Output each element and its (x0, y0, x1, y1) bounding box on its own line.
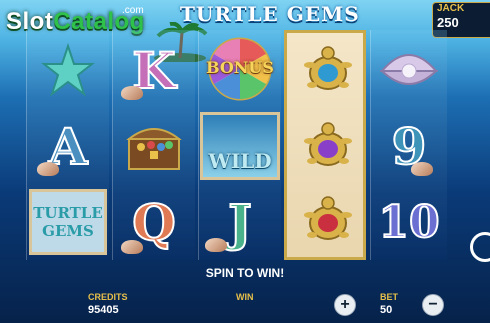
reel-1: A TURTLE GEMS (26, 30, 109, 260)
number-10: 10 (377, 196, 440, 249)
reel-4 (284, 30, 366, 260)
symbol-turtle-purple (287, 109, 369, 185)
reel-5: 9 10 (370, 30, 447, 260)
symbol-a: A (27, 108, 109, 184)
reel-3: BONUS WILD J (198, 30, 281, 260)
symbol-10: 10 (371, 184, 447, 260)
turtle-purple-gem-icon (304, 122, 352, 166)
status-message: SPIN TO WIN! (205, 266, 285, 280)
shell-icon (37, 162, 59, 176)
bet-value: 50 (380, 304, 393, 316)
shell-icon (205, 238, 227, 252)
win-label: WIN (236, 292, 254, 302)
symbol-k: K (113, 32, 195, 108)
turtle-blue-gem-icon (304, 46, 352, 90)
jackpot-label: JACK (437, 3, 465, 14)
symbol-bonus: BONUS (199, 32, 281, 108)
pearl-shell-icon (379, 54, 439, 85)
symbol-turtle-gems-logo: TURTLE GEMS (27, 184, 109, 260)
symbol-treasure-chest (113, 108, 195, 184)
spin-button[interactable] (470, 232, 490, 262)
bet-label: BET (380, 292, 398, 302)
turtle-red-gem-icon (304, 196, 352, 240)
starfish-icon (41, 42, 95, 97)
reel-2: K Q (112, 30, 195, 260)
letter-j: J (227, 192, 253, 253)
shell-icon (411, 162, 433, 176)
symbol-turtle-gold-blue (287, 33, 369, 109)
jackpot-value: 250 (437, 15, 459, 30)
symbol-turtle-gold-red (287, 183, 369, 259)
symbol-9: 9 (371, 108, 447, 184)
logo-symbol-line-1: TURTLE (33, 204, 103, 222)
control-panel: CREDITS 95405 WIN + BET 50 − (0, 282, 490, 323)
credits-value: 95405 (88, 304, 119, 316)
reel-area[interactable]: A TURTLE GEMS K Q BONUS WILD J 9 10 (26, 30, 447, 260)
symbol-wild: WILD (199, 108, 281, 184)
wild-label: WILD (208, 149, 272, 173)
shell-icon (121, 86, 143, 100)
logo-symbol-line-2: GEMS (42, 222, 94, 240)
treasure-chest-icon (126, 128, 182, 170)
site-logo-suffix: .com (122, 5, 144, 16)
symbol-q: Q (113, 184, 195, 260)
shell-icon (121, 240, 143, 254)
bonus-label: BONUS (206, 58, 274, 77)
symbol-starfish (27, 32, 109, 108)
symbol-j: J (199, 184, 281, 260)
bet-decrease-button[interactable]: − (422, 294, 444, 316)
symbol-pearl-shell (371, 32, 447, 108)
bet-increase-button[interactable]: + (334, 294, 356, 316)
credits-label: CREDITS (88, 292, 128, 302)
